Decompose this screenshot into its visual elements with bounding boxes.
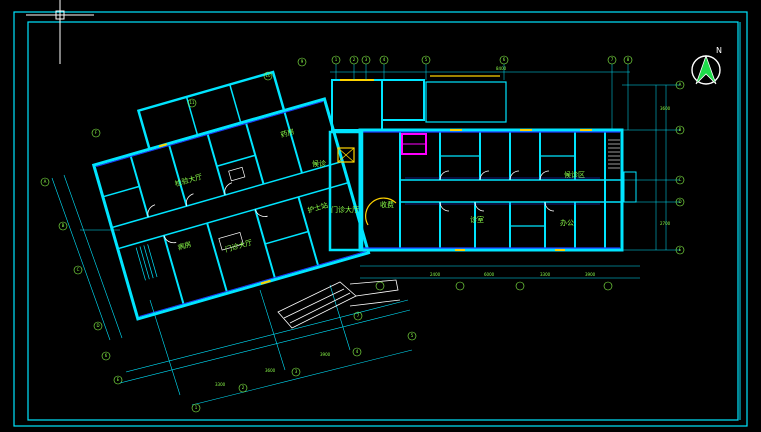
outer-frame <box>13 11 748 427</box>
entrance-canopy <box>277 279 401 329</box>
grid-bubble-label: 8 <box>627 57 630 62</box>
dimension-text: 3900 <box>320 352 331 357</box>
dimension-text: 3900 <box>585 272 596 277</box>
left-grid-bubbles: A B C D E F <box>40 128 123 385</box>
grid-bubble-label: 3 <box>365 57 368 62</box>
grid-bubble-label: 3 <box>295 369 298 374</box>
grid-bubble-label: 4 <box>383 57 386 62</box>
dimension-text: 3600 <box>660 106 671 111</box>
top-grid-bubbles: 1 2 3 4 5 6 7 8 9 10 11 <box>187 55 633 108</box>
grid-bubble-label: 10 <box>265 73 271 78</box>
north-arrow-icon: N <box>691 46 722 85</box>
north-letter: N <box>716 46 722 55</box>
top-annex <box>331 75 507 131</box>
grid-bubble-label: E <box>679 247 682 252</box>
room-label: 药房 <box>279 127 295 140</box>
right-grid-bubbles: A B C D E <box>675 80 685 255</box>
dimension-text: 6000 <box>484 272 495 277</box>
grid-bubble-label: 4 <box>356 349 359 354</box>
right-wing: 候诊区 收费 办公 诊室 <box>358 128 637 252</box>
grid-bubble-label: 7 <box>611 57 614 62</box>
room-label: 收费 <box>380 200 394 209</box>
bottom-dimension-chain <box>119 284 413 406</box>
dimension-text: 3300 <box>540 272 551 277</box>
room-label: 护士站 <box>306 200 329 214</box>
left-wing: 检验大厅 门诊大厅 病房 药房 护士站 <box>91 70 371 321</box>
grid-bubble-label: 7 <box>357 313 360 318</box>
grid-bubble-label: A <box>679 82 682 87</box>
dimension-text: 2700 <box>660 221 671 226</box>
room-label: 候诊 <box>312 159 326 168</box>
room-label: 病房 <box>177 239 193 252</box>
grid-bubble-label: 5 <box>425 57 428 62</box>
grid-bubble-label: 11 <box>189 100 195 105</box>
room-label: 办公 <box>560 218 574 227</box>
cad-viewport[interactable]: N 检验大厅 门诊大厅 病房 药房 护士站 A B C D E F 1 2 3 … <box>0 0 761 432</box>
grid-bubble-label: C <box>679 177 682 182</box>
grid-bubble-label: 1 <box>195 405 198 410</box>
grid-bubble-label: A <box>44 179 47 184</box>
room-label: 门诊大厅 <box>224 238 253 254</box>
grid-bubble-label: 6 <box>105 353 108 358</box>
grid-bubble-label: 2 <box>242 385 245 390</box>
floor-plan-drawing[interactable]: N 检验大厅 门诊大厅 病房 药房 护士站 A B C D E F 1 2 3 … <box>0 0 761 432</box>
grid-bubble-label: D <box>96 323 99 328</box>
bottom-grid-bubbles: 1 2 3 4 5 6 7 <box>101 311 417 413</box>
room-label: 门诊大厅 <box>331 205 359 214</box>
grid-bubble-label: E <box>117 377 120 382</box>
grid-bubble-label: 2 <box>353 57 356 62</box>
grid-bubble-label: B <box>62 223 65 228</box>
grid-bubble-label: B <box>679 127 682 132</box>
room-label: 候诊区 <box>564 170 585 179</box>
grid-bubble-label: 1 <box>335 57 338 62</box>
grid-bubble-label: 6 <box>503 57 506 62</box>
dimension-text: 3300 <box>215 382 226 387</box>
left-dimension-chain <box>51 174 123 341</box>
grid-bubble-label: 9 <box>301 59 304 64</box>
grid-bubble-label: D <box>678 199 681 204</box>
grid-bubble-label: 5 <box>411 333 414 338</box>
bottom-right-grid-bubbles <box>375 281 613 291</box>
dimension-text: 8400 <box>496 66 507 71</box>
crosshair-cursor-icon <box>26 0 94 64</box>
room-label: 诊室 <box>470 215 484 224</box>
dimension-text: 3600 <box>265 368 276 373</box>
grid-bubble-label: F <box>95 130 98 135</box>
grid-bubble-label: C <box>77 267 80 272</box>
dimension-text: 2400 <box>430 272 441 277</box>
